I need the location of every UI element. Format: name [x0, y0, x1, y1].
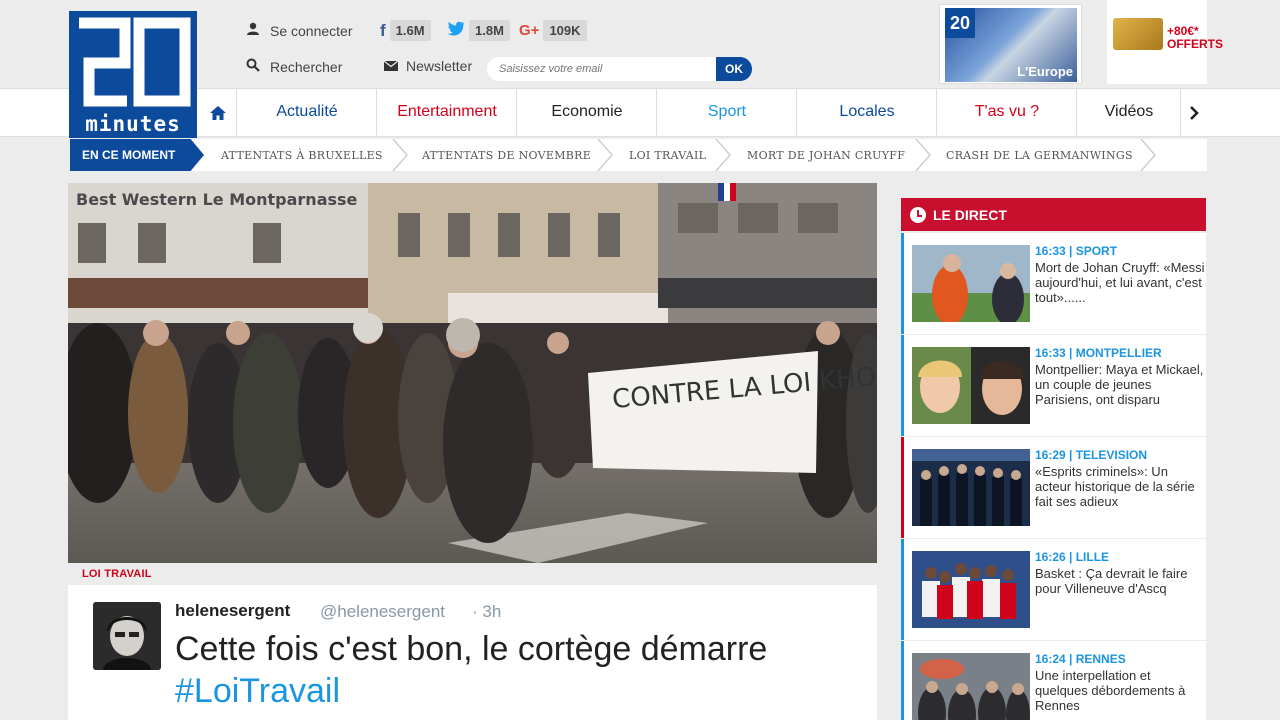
- home-button[interactable]: [199, 89, 237, 137]
- nav-item-sport[interactable]: Sport: [658, 89, 797, 137]
- direct-item-meta: 16:26 | LILLE: [1035, 550, 1110, 564]
- ad-newspaper-cover[interactable]: 20 L'Europe: [939, 4, 1082, 84]
- separator-chevron-icon: [1140, 139, 1156, 171]
- user-icon: [244, 22, 262, 39]
- tweet-hashtag[interactable]: #LoiTravail: [175, 671, 340, 711]
- separator-chevron-icon: [915, 139, 931, 171]
- credit-card-image: [1113, 18, 1163, 50]
- avatar[interactable]: [93, 602, 161, 670]
- search-icon: [244, 58, 262, 75]
- list-item[interactable]: 16:24 | RENNES Une interpellation et que…: [901, 641, 1206, 720]
- envelope-icon: [383, 58, 399, 74]
- le-direct-list: 16:33 | SPORT Mort de Johan Cruyff: «Mes…: [901, 231, 1206, 720]
- trending-germanwings[interactable]: CRASH DE LA GERMANWINGS: [946, 139, 1133, 171]
- newspaper-logo: 20: [945, 8, 975, 38]
- tweet-timestamp[interactable]: · 3h: [472, 602, 501, 622]
- nav-item-locales[interactable]: Locales: [798, 89, 937, 137]
- facebook-icon: f: [380, 20, 386, 40]
- tweet-author-name[interactable]: helenesergent: [175, 601, 290, 621]
- direct-item-title: Montpellier: Maya et Mickael, un couple …: [1035, 362, 1204, 407]
- direct-item-meta: 16:29 | TELEVISION: [1035, 448, 1148, 462]
- thumbnail-image: [912, 245, 1030, 322]
- list-item[interactable]: 16:33 | SPORT Mort de Johan Cruyff: «Mes…: [901, 233, 1206, 334]
- nav-next-button[interactable]: [1181, 89, 1207, 137]
- newsletter-label: Newsletter: [406, 58, 473, 74]
- trending-cruyff[interactable]: MORT DE JOHAN CRUYFF: [747, 139, 905, 171]
- separator-chevron-icon: [392, 139, 408, 171]
- google-plus-link[interactable]: G+ 109K: [519, 20, 587, 41]
- google-plus-count: 109K: [543, 20, 587, 41]
- google-plus-icon: G+: [519, 22, 540, 39]
- direct-item-title: «Esprits criminels»: Un acteur historiqu…: [1035, 464, 1195, 509]
- ad-promo-text: +80€* OFFERTS: [1167, 24, 1223, 51]
- trending-bruxelles[interactable]: ATTENTATS À BRUXELLES: [221, 139, 383, 171]
- nav-item-entertainment[interactable]: Entertainment: [378, 89, 517, 137]
- tweet-author-handle[interactable]: @helenesergent: [320, 602, 445, 622]
- thumbnail-image: [912, 551, 1030, 628]
- trending-loi-travail[interactable]: LOI TRAVAIL: [629, 139, 706, 171]
- newsletter-link[interactable]: Newsletter: [383, 58, 473, 74]
- embedded-tweet: helenesergent @helenesergent · 3h Cette …: [68, 585, 877, 720]
- direct-item-title: Une interpellation et quelques débordeme…: [1035, 668, 1186, 713]
- list-item[interactable]: 16:29 | TELEVISION «Esprits criminels»: …: [901, 437, 1206, 538]
- avatar-image: [93, 602, 161, 670]
- clock-icon: [910, 206, 926, 223]
- login-link[interactable]: Se connecter: [244, 22, 353, 39]
- separator-chevron-icon: [597, 139, 613, 171]
- nav-item-videos[interactable]: Vidéos: [1078, 89, 1181, 137]
- site-logo[interactable]: minutes: [69, 11, 197, 138]
- le-direct-header[interactable]: LE DIRECT: [901, 198, 1206, 231]
- tweet-text: Cette fois c'est bon, le cortège démarre: [175, 630, 768, 668]
- site-header: minutes Se connecter Rechercher f 1.6M 1…: [0, 0, 1280, 138]
- nav-item-tas-vu[interactable]: T'as vu ?: [938, 89, 1077, 137]
- nav-label: Vidéos: [1104, 102, 1154, 120]
- nav-label: Locales: [839, 102, 895, 120]
- nav-label: Economie: [551, 102, 623, 120]
- direct-item-meta: 16:33 | SPORT: [1035, 244, 1118, 258]
- newsletter-ok-button[interactable]: OK: [716, 57, 752, 81]
- ad-card-promo[interactable]: +80€* OFFERTS: [1107, 0, 1223, 84]
- article-kicker[interactable]: LOI TRAVAIL: [82, 568, 152, 580]
- twitter-icon: [447, 21, 465, 41]
- nav-item-economie[interactable]: Economie: [518, 89, 657, 137]
- separator-chevron-icon: [715, 139, 731, 171]
- nav-label: Actualité: [276, 102, 338, 120]
- en-ce-moment-badge: EN CE MOMENT: [70, 139, 204, 171]
- twitter-count: 1.8M: [469, 20, 510, 41]
- photo-hotel-sign: Best Western Le Montparnasse: [76, 190, 358, 209]
- newspaper-title: L'Europe: [1017, 64, 1073, 79]
- facebook-count: 1.6M: [389, 20, 431, 41]
- search-link[interactable]: Rechercher: [244, 58, 342, 75]
- logo-20-mark: [79, 17, 191, 107]
- protest-scene-image: CONTRE LA LOI KHOMRI Best Western Le Mon…: [68, 183, 877, 563]
- facebook-link[interactable]: f 1.6M: [380, 20, 431, 41]
- thumbnail-image: [912, 449, 1030, 526]
- thumbnail-image: [912, 653, 1030, 720]
- article-photo[interactable]: CONTRE LA LOI KHOMRI Best Western Le Mon…: [68, 183, 877, 563]
- le-direct-title: LE DIRECT: [933, 206, 1007, 223]
- list-item[interactable]: 16:26 | LILLE Basket : Ça devrait le fai…: [901, 539, 1206, 640]
- trending-bar: EN CE MOMENT ATTENTATS À BRUXELLES ATTEN…: [70, 139, 1207, 171]
- search-label: Rechercher: [270, 58, 343, 75]
- thumbnail-image: [912, 347, 1030, 424]
- direct-item-meta: 16:24 | RENNES: [1035, 652, 1126, 666]
- direct-item-meta: 16:33 | MONTPELLIER: [1035, 346, 1162, 360]
- direct-item-title: Basket : Ça devrait le faire pour Villen…: [1035, 566, 1188, 596]
- direct-item-title: Mort de Johan Cruyff: «Messi aujourd'hui…: [1035, 260, 1205, 305]
- chevron-right-icon: [1190, 106, 1199, 120]
- nav-label: T'as vu ?: [974, 102, 1040, 120]
- home-icon: [209, 106, 226, 120]
- logo-subtitle: minutes: [85, 112, 181, 136]
- list-item[interactable]: 16:33 | MONTPELLIER Montpellier: Maya et…: [901, 335, 1206, 436]
- login-label: Se connecter: [270, 22, 353, 39]
- nav-label: Sport: [707, 102, 747, 120]
- nav-label: Entertainment: [397, 102, 497, 120]
- trending-novembre[interactable]: ATTENTATS DE NOVEMBRE: [422, 139, 591, 171]
- newsletter-email-input[interactable]: [487, 57, 719, 81]
- twitter-link[interactable]: 1.8M: [447, 20, 510, 41]
- nav-item-actualite[interactable]: Actualité: [238, 89, 377, 137]
